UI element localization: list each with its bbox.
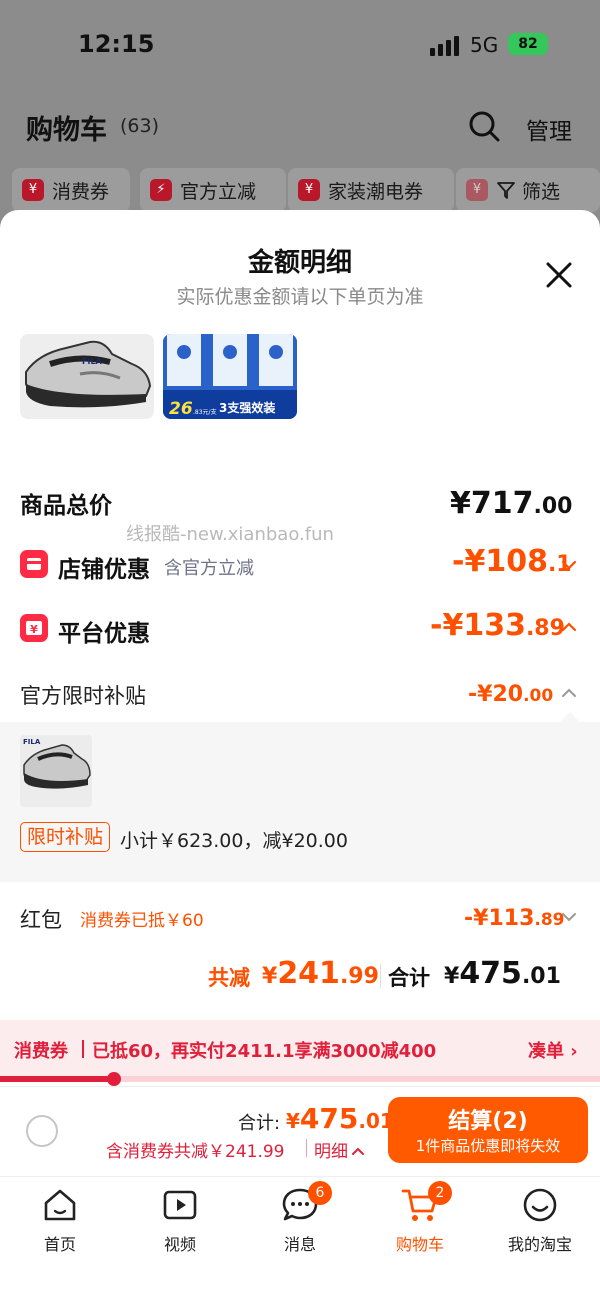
total-saved-amount: ¥241.99 (262, 956, 379, 991)
chevron-up-icon[interactable] (560, 684, 578, 702)
coupon-icon: ¥ (22, 179, 44, 201)
red-packet-amount[interactable]: -¥113.89 (464, 906, 565, 931)
sheet-subtitle: 实际优惠金额请以下单页为准 (176, 286, 424, 308)
chip-home-appliance-coupon[interactable]: ¥ 家装潮电券 (288, 168, 454, 212)
tab-messages[interactable]: 消息 6 (240, 1181, 360, 1265)
amount-detail-sheet: 金额明细 实际优惠金额请以下单页为准 FILA 26 .83元/支 3支强效装 (0, 210, 600, 1300)
red-packet-label: 红包 (20, 908, 62, 932)
coupon-text: 已抵60，再实付2411.1享满3000减400 (92, 1041, 437, 1062)
divider (306, 1139, 307, 1157)
page-title: 购物车 (26, 115, 107, 146)
cart-count: (63) (120, 115, 160, 137)
chip-official-discount[interactable]: ⚡ 官方立减 (140, 168, 286, 212)
divider (82, 1040, 84, 1058)
manage-button[interactable]: 管理 (526, 112, 572, 146)
tab-home[interactable]: 首页 (0, 1185, 120, 1265)
checkout-total-label: 合计: (238, 1113, 281, 1134)
goods-total-amount: ¥717.00 (450, 486, 573, 521)
cart-badge: 2 (428, 1181, 452, 1205)
svg-text:FILA: FILA (82, 357, 103, 366)
checkout-button[interactable]: 结算(2) 1件商品优惠即将失效 (388, 1097, 588, 1163)
checkout-total-amount: ¥475.01 (286, 1102, 394, 1135)
coupon-icon: ¥ (298, 179, 320, 201)
red-packet-tag: 消费券已抵￥60 (80, 911, 204, 931)
svg-text:FILA: FILA (23, 738, 41, 746)
status-bar: 12:15 5G 82 (0, 0, 600, 90)
coupon-bar[interactable]: 消费券 已抵60，再实付2411.1享满3000减400 凑单 › (0, 1020, 600, 1076)
coupon-icon: ¥ (466, 179, 488, 201)
signal-icon (430, 36, 459, 56)
coupon-progress-fill (0, 1076, 114, 1082)
home-icon (44, 1189, 76, 1221)
sheet-title: 金额明细 (247, 248, 352, 278)
coupon-name: 消费券 (14, 1041, 68, 1062)
search-icon[interactable] (468, 110, 500, 142)
profile-icon (523, 1188, 557, 1222)
checkout-bar: 合计: ¥475.01 含消费券共减￥241.99 明细 结算(2) 1件商品优… (0, 1086, 600, 1176)
chevron-up-icon[interactable] (560, 618, 578, 636)
subsidy-subtotal-text: 小计￥623.00，减¥20.00 (120, 830, 348, 852)
shop-discount-amount[interactable]: -¥108.1 (452, 544, 572, 579)
divider (380, 964, 381, 988)
svg-text:.83元/支: .83元/支 (193, 408, 217, 416)
svg-text:3支强效装: 3支强效装 (219, 400, 275, 415)
shop-icon (20, 550, 48, 578)
message-badge: 6 (308, 1181, 332, 1205)
subsidy-tag: 限时补贴 (20, 822, 111, 852)
watermark: 线报酷-new.xianbao.fun (126, 524, 334, 545)
coupon-progress-knob (107, 1072, 121, 1086)
svg-text:¥: ¥ (30, 623, 38, 636)
bottom-tab-bar: 首页 视频 消息 6 购物车 2 我的淘宝 (0, 1176, 600, 1300)
chip-consumer-coupon[interactable]: ¥ 消费券 (12, 168, 130, 212)
lightning-icon: ⚡ (150, 179, 172, 201)
subsidy-product-thumbnail[interactable]: FILA (20, 735, 92, 807)
platform-coupon-icon: ¥ (20, 614, 48, 642)
tab-video[interactable]: 视频 (120, 1185, 240, 1265)
svg-text:26: 26 (169, 399, 193, 419)
chevron-down-icon[interactable] (560, 556, 578, 574)
shop-discount-label: 店铺优惠 (58, 557, 150, 583)
chevron-up-icon (352, 1147, 364, 1155)
total-saved-label: 共减 (208, 966, 250, 990)
coupon-progress-bar (0, 1072, 600, 1086)
video-icon (163, 1190, 197, 1220)
add-on-link[interactable]: 凑单 › (528, 1037, 578, 1063)
chip-filter[interactable]: ¥ 筛选 (456, 168, 600, 212)
detail-notch (560, 712, 580, 722)
product-thumbnail-toothpaste[interactable]: 26 .83元/支 3支强效装 (163, 334, 297, 419)
product-thumbnail-shoe[interactable]: FILA (20, 334, 154, 419)
filter-icon (497, 182, 515, 199)
checkout-discount-text: 含消费券共减￥241.99 (106, 1142, 285, 1162)
total-amount: ¥475.01 (444, 956, 561, 991)
status-time: 12:15 (78, 30, 155, 58)
tab-my-taobao[interactable]: 我的淘宝 (480, 1185, 600, 1265)
total-label: 合计 (388, 966, 430, 990)
network-label: 5G (470, 33, 499, 57)
platform-discount-amount[interactable]: -¥133.89 (430, 608, 565, 643)
detail-toggle[interactable]: 明细 (314, 1137, 365, 1162)
platform-discount-label: 平台优惠 (58, 621, 150, 647)
summary-row: 共减 ¥241.99 合计 ¥475.01 (208, 952, 568, 996)
select-all-checkbox[interactable] (26, 1115, 58, 1147)
subsidy-label: 官方限时补贴 (20, 684, 146, 708)
cart-page-background: 12:15 5G 82 购物车 (63) 管理 ¥ 消费券 ⚡ 官方立减 ¥ 家… (0, 0, 600, 230)
tab-cart[interactable]: 购物车 2 (360, 1181, 480, 1265)
chevron-down-icon[interactable] (560, 908, 578, 926)
goods-total-label: 商品总价 (20, 493, 112, 519)
subsidy-amount[interactable]: -¥20.00 (468, 682, 553, 707)
shop-discount-note: 含官方立减 (164, 558, 254, 579)
battery-icon: 82 (508, 33, 548, 55)
close-icon[interactable] (540, 256, 578, 294)
